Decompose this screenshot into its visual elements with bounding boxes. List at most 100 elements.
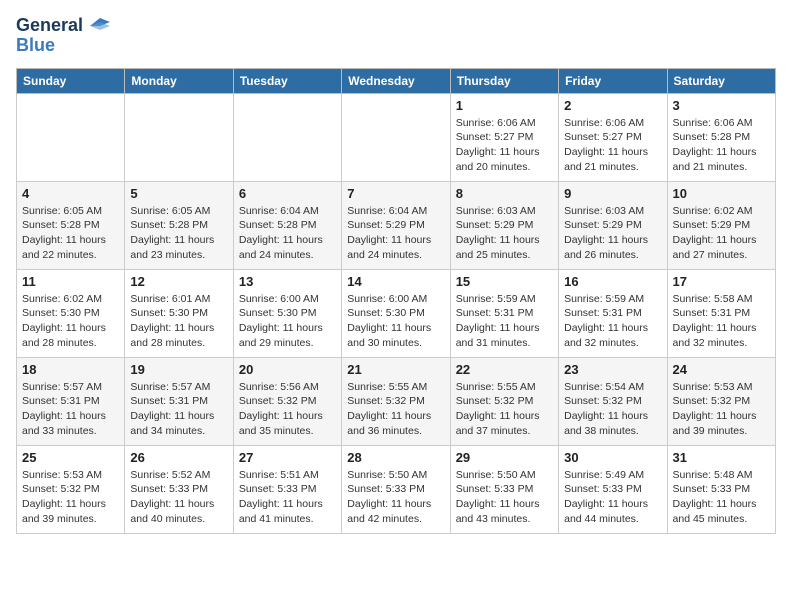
calendar-cell: 27Sunrise: 5:51 AM Sunset: 5:33 PM Dayli… [233, 445, 341, 533]
day-number: 5 [130, 186, 227, 201]
calendar-cell: 1 Sunrise: 6:06 AM Sunset: 5:27 PM Daylig… [450, 93, 558, 181]
calendar-cell: 24 Sunrise: 5:53 AM Sunset: 5:32 PM Dayli… [667, 357, 775, 445]
day-info: Sunrise: 5:52 AM Sunset: 5:33 PM Dayligh… [130, 468, 227, 527]
calendar-week-row: 18 Sunrise: 5:57 AM Sunset: 5:31 PM Dayli… [17, 357, 776, 445]
day-number: 7 [347, 186, 444, 201]
calendar-cell: 20Sunrise: 5:56 AM Sunset: 5:32 PM Dayli… [233, 357, 341, 445]
calendar-cell: 26 Sunrise: 5:52 AM Sunset: 5:33 PM Dayli… [125, 445, 233, 533]
calendar-cell: 19 Sunrise: 5:57 AM Sunset: 5:31 PM Dayli… [125, 357, 233, 445]
day-info: Sunrise: 5:53 AM Sunset: 5:32 PM Dayligh… [22, 468, 119, 527]
day-number: 23 [564, 362, 661, 377]
calendar-week-row: 4 Sunrise: 6:05 AM Sunset: 5:28 PM Daylig… [17, 181, 776, 269]
day-info: Sunrise: 6:03 AM Sunset: 5:29 PM Dayligh… [564, 204, 661, 263]
day-number: 2 [564, 98, 661, 113]
calendar-cell: 6 Sunrise: 6:04 AM Sunset: 5:28 PM Daylig… [233, 181, 341, 269]
day-info: Sunrise: 5:48 AM Sunset: 5:33 PM Dayligh… [673, 468, 770, 527]
calendar-cell: 7 Sunrise: 6:04 AM Sunset: 5:29 PM Daylig… [342, 181, 450, 269]
day-info: Sunrise: 5:57 AM Sunset: 5:31 PM Dayligh… [22, 380, 119, 439]
day-number: 12 [130, 274, 227, 289]
day-info: Sunrise: 6:06 AM Sunset: 5:28 PM Dayligh… [673, 116, 770, 175]
calendar-cell: 4Sunrise: 6:05 AM Sunset: 5:28 PM Daylig… [17, 181, 125, 269]
calendar-week-row: 11 Sunrise: 6:02 AM Sunset: 5:30 PM Dayli… [17, 269, 776, 357]
day-number: 25 [22, 450, 119, 465]
day-info: Sunrise: 5:58 AM Sunset: 5:31 PM Dayligh… [673, 292, 770, 351]
weekday-header-cell: Saturday [667, 68, 775, 93]
day-info: Sunrise: 6:02 AM Sunset: 5:29 PM Dayligh… [673, 204, 770, 263]
calendar-cell: 17 Sunrise: 5:58 AM Sunset: 5:31 PM Dayli… [667, 269, 775, 357]
day-number: 13 [239, 274, 336, 289]
calendar-cell: 8 Sunrise: 6:03 AM Sunset: 5:29 PM Daylig… [450, 181, 558, 269]
day-number: 4 [22, 186, 119, 201]
calendar-cell: 13Sunrise: 6:00 AM Sunset: 5:30 PM Dayli… [233, 269, 341, 357]
day-number: 8 [456, 186, 553, 201]
day-info: Sunrise: 6:00 AM Sunset: 5:30 PM Dayligh… [347, 292, 444, 351]
day-number: 24 [673, 362, 770, 377]
calendar-cell: 29 Sunrise: 5:50 AM Sunset: 5:33 PM Dayli… [450, 445, 558, 533]
calendar-cell: 23 Sunrise: 5:54 AM Sunset: 5:32 PM Dayli… [559, 357, 667, 445]
calendar-cell: 5 Sunrise: 6:05 AM Sunset: 5:28 PM Daylig… [125, 181, 233, 269]
weekday-header-cell: Wednesday [342, 68, 450, 93]
day-info: Sunrise: 6:06 AM Sunset: 5:27 PM Dayligh… [456, 116, 553, 175]
day-info: Sunrise: 5:49 AM Sunset: 5:33 PM Dayligh… [564, 468, 661, 527]
weekday-header-cell: Thursday [450, 68, 558, 93]
calendar-cell: 11 Sunrise: 6:02 AM Sunset: 5:30 PM Dayli… [17, 269, 125, 357]
day-number: 15 [456, 274, 553, 289]
calendar-cell: 2 Sunrise: 6:06 AM Sunset: 5:27 PM Daylig… [559, 93, 667, 181]
day-info: Sunrise: 5:54 AM Sunset: 5:32 PM Dayligh… [564, 380, 661, 439]
day-info: Sunrise: 6:05 AM Sunset: 5:28 PM Dayligh… [130, 204, 227, 263]
calendar-cell: 31 Sunrise: 5:48 AM Sunset: 5:33 PM Dayli… [667, 445, 775, 533]
day-info: Sunrise: 6:06 AM Sunset: 5:27 PM Dayligh… [564, 116, 661, 175]
calendar-cell: 28 Sunrise: 5:50 AM Sunset: 5:33 PM Dayli… [342, 445, 450, 533]
day-info: Sunrise: 5:59 AM Sunset: 5:31 PM Dayligh… [564, 292, 661, 351]
day-number: 29 [456, 450, 553, 465]
day-info: Sunrise: 6:02 AM Sunset: 5:30 PM Dayligh… [22, 292, 119, 351]
day-number: 30 [564, 450, 661, 465]
weekday-header-row: SundayMondayTuesdayWednesdayThursdayFrid… [17, 68, 776, 93]
calendar-cell: 10 Sunrise: 6:02 AM Sunset: 5:29 PM Dayli… [667, 181, 775, 269]
calendar-cell: 21Sunrise: 5:55 AM Sunset: 5:32 PM Dayli… [342, 357, 450, 445]
calendar: SundayMondayTuesdayWednesdayThursdayFrid… [16, 68, 776, 534]
day-info: Sunrise: 5:55 AM Sunset: 5:32 PM Dayligh… [347, 380, 444, 439]
day-number: 28 [347, 450, 444, 465]
day-number: 31 [673, 450, 770, 465]
day-info: Sunrise: 6:03 AM Sunset: 5:29 PM Dayligh… [456, 204, 553, 263]
day-info: Sunrise: 5:55 AM Sunset: 5:32 PM Dayligh… [456, 380, 553, 439]
day-number: 9 [564, 186, 661, 201]
calendar-cell: 3Sunrise: 6:06 AM Sunset: 5:28 PM Daylig… [667, 93, 775, 181]
day-info: Sunrise: 5:57 AM Sunset: 5:31 PM Dayligh… [130, 380, 227, 439]
day-number: 6 [239, 186, 336, 201]
day-info: Sunrise: 5:50 AM Sunset: 5:33 PM Dayligh… [347, 468, 444, 527]
day-number: 10 [673, 186, 770, 201]
day-number: 1 [456, 98, 553, 113]
day-number: 19 [130, 362, 227, 377]
day-number: 18 [22, 362, 119, 377]
day-number: 26 [130, 450, 227, 465]
logo-text: General Blue [16, 16, 110, 56]
day-info: Sunrise: 6:04 AM Sunset: 5:29 PM Dayligh… [347, 204, 444, 263]
day-number: 17 [673, 274, 770, 289]
calendar-week-row: 25 Sunrise: 5:53 AM Sunset: 5:32 PM Dayli… [17, 445, 776, 533]
day-info: Sunrise: 5:56 AM Sunset: 5:32 PM Dayligh… [239, 380, 336, 439]
day-info: Sunrise: 5:50 AM Sunset: 5:33 PM Dayligh… [456, 468, 553, 527]
calendar-cell: 14Sunrise: 6:00 AM Sunset: 5:30 PM Dayli… [342, 269, 450, 357]
calendar-cell: 15Sunrise: 5:59 AM Sunset: 5:31 PM Dayli… [450, 269, 558, 357]
weekday-header-cell: Friday [559, 68, 667, 93]
calendar-cell: 25 Sunrise: 5:53 AM Sunset: 5:32 PM Dayli… [17, 445, 125, 533]
calendar-cell [342, 93, 450, 181]
weekday-header-cell: Monday [125, 68, 233, 93]
logo: General Blue [16, 16, 110, 56]
calendar-cell: 12Sunrise: 6:01 AM Sunset: 5:30 PM Dayli… [125, 269, 233, 357]
calendar-cell: 9 Sunrise: 6:03 AM Sunset: 5:29 PM Daylig… [559, 181, 667, 269]
logo-bird-icon [90, 18, 110, 34]
page-header: General Blue [16, 16, 776, 56]
day-info: Sunrise: 6:04 AM Sunset: 5:28 PM Dayligh… [239, 204, 336, 263]
calendar-cell [125, 93, 233, 181]
calendar-cell [233, 93, 341, 181]
day-info: Sunrise: 5:51 AM Sunset: 5:33 PM Dayligh… [239, 468, 336, 527]
day-number: 11 [22, 274, 119, 289]
day-info: Sunrise: 5:53 AM Sunset: 5:32 PM Dayligh… [673, 380, 770, 439]
calendar-body: 1 Sunrise: 6:06 AM Sunset: 5:27 PM Daylig… [17, 93, 776, 533]
calendar-week-row: 1 Sunrise: 6:06 AM Sunset: 5:27 PM Daylig… [17, 93, 776, 181]
weekday-header-cell: Sunday [17, 68, 125, 93]
weekday-header-cell: Tuesday [233, 68, 341, 93]
